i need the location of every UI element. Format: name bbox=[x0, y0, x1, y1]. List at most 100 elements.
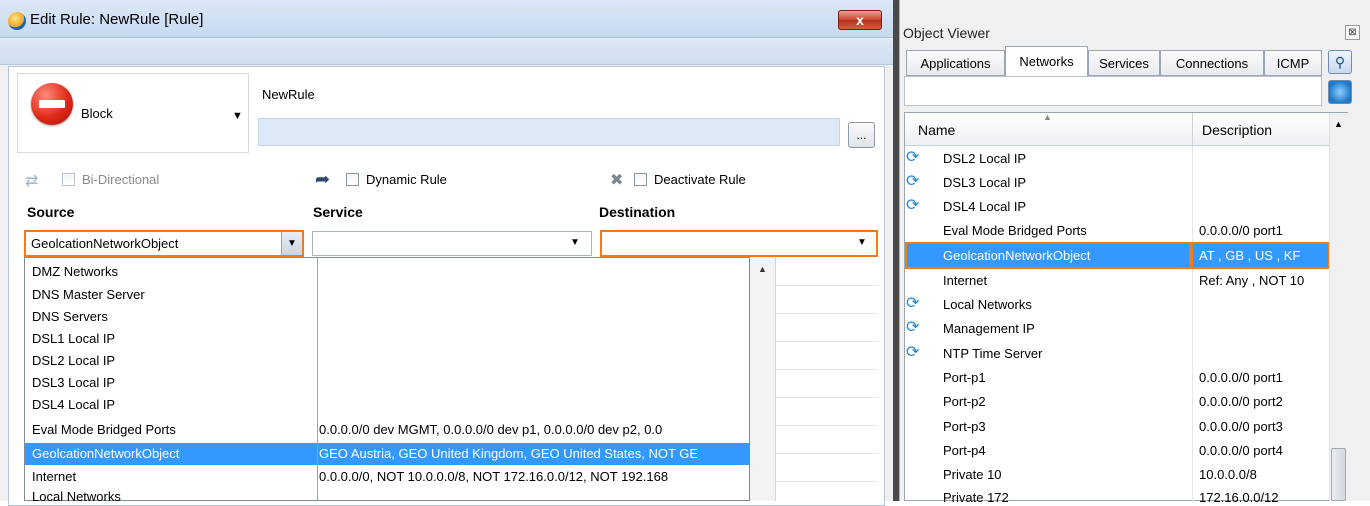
destination-combobox[interactable] bbox=[600, 230, 878, 257]
tab-services[interactable]: Services bbox=[1088, 50, 1160, 76]
grid-line bbox=[776, 425, 878, 426]
action-label: Block bbox=[81, 106, 113, 121]
grid-line bbox=[776, 313, 878, 314]
list-item-description: 0.0.0.0/0 port1 bbox=[1199, 370, 1283, 385]
bi-directional-checkbox[interactable] bbox=[62, 173, 75, 186]
grid-line bbox=[776, 453, 878, 454]
bi-directional-label: Bi-Directional bbox=[82, 172, 160, 187]
list-scrollbar[interactable] bbox=[1329, 113, 1348, 501]
window-title: Edit Rule: NewRule [Rule] bbox=[30, 11, 204, 28]
list-item[interactable]: Port-p1 bbox=[943, 370, 986, 385]
list-item[interactable]: DSL4 Local IP bbox=[943, 199, 1026, 214]
list-item-description: 0.0.0.0/0 port2 bbox=[1199, 394, 1283, 409]
app-logo-icon bbox=[8, 12, 26, 30]
scroll-up-icon[interactable]: ▲ bbox=[758, 264, 767, 274]
service-combobox[interactable] bbox=[312, 231, 592, 256]
list-item-description: 172.16.0.0/12 bbox=[1199, 490, 1279, 505]
rule-description-input[interactable] bbox=[258, 118, 840, 146]
user-search-icon[interactable]: ⚲ bbox=[1328, 50, 1352, 74]
close-icon[interactable]: ⊠ bbox=[1345, 25, 1360, 40]
list-item[interactable]: Port-p4 bbox=[943, 443, 986, 458]
more-button[interactable]: ... bbox=[848, 122, 875, 148]
grid-line bbox=[776, 397, 878, 398]
dropdown-item[interactable]: DMZ Networks bbox=[32, 264, 118, 279]
selection-outline bbox=[905, 242, 1191, 269]
dropdown-item[interactable]: Local Networks bbox=[32, 489, 121, 504]
viewer-title: Object Viewer bbox=[903, 25, 990, 41]
tab-icmp[interactable]: ICMP bbox=[1264, 50, 1322, 76]
filter-input[interactable] bbox=[904, 76, 1322, 106]
destination-heading: Destination bbox=[599, 204, 676, 220]
list-item-description: 0.0.0.0/0 port3 bbox=[1199, 419, 1283, 434]
list-item[interactable]: Port-p3 bbox=[943, 419, 986, 434]
tab-applications[interactable]: Applications bbox=[906, 50, 1005, 76]
dropdown-item[interactable]: Eval Mode Bridged Ports bbox=[32, 422, 176, 437]
list-item-description: 0.0.0.0/0 port4 bbox=[1199, 443, 1283, 458]
dynamic-network-icon: ⟳ bbox=[906, 295, 920, 312]
deactivate-x-icon: ✖ bbox=[610, 172, 624, 189]
chevron-down-icon[interactable]: ▼ bbox=[570, 237, 580, 248]
dropdown-item-selected[interactable]: GeolcationNetworkObject bbox=[32, 446, 179, 461]
dynamic-network-icon: ⟳ bbox=[906, 197, 920, 214]
deactivate-rule-checkbox[interactable] bbox=[634, 173, 647, 186]
dropdown-item[interactable]: DSL4 Local IP bbox=[32, 397, 115, 412]
dropdown-item[interactable]: DSL1 Local IP bbox=[32, 331, 115, 346]
list-item[interactable]: DSL3 Local IP bbox=[943, 175, 1026, 190]
dynamic-arrow-icon: ➦ bbox=[315, 169, 331, 189]
dropdown-item[interactable]: Internet bbox=[32, 469, 76, 484]
list-item[interactable]: Management IP bbox=[943, 321, 1035, 336]
dropdown-item[interactable]: DNS Servers bbox=[32, 309, 108, 324]
dropdown-column-divider bbox=[317, 258, 318, 501]
sort-ascending-icon: ▲ bbox=[1043, 112, 1052, 122]
dropdown-item[interactable]: DSL3 Local IP bbox=[32, 375, 115, 390]
list-item-description: Ref: Any , NOT 10 bbox=[1199, 273, 1305, 288]
scrollbar-thumb[interactable] bbox=[1331, 448, 1346, 501]
grid-line bbox=[776, 369, 878, 370]
close-button[interactable]: x bbox=[838, 10, 882, 30]
source-dropdown-button[interactable]: ▼ bbox=[281, 232, 302, 255]
dynamic-network-icon: ⟳ bbox=[906, 344, 920, 361]
dropdown-item-description: 0.0.0.0/0 dev MGMT, 0.0.0.0/0 dev p1, 0.… bbox=[319, 422, 663, 437]
grid-line bbox=[776, 341, 878, 342]
list-item[interactable]: Private 10 bbox=[943, 467, 1002, 482]
scroll-up-icon[interactable]: ▲ bbox=[1334, 119, 1343, 129]
tab-networks[interactable]: Networks bbox=[1005, 46, 1088, 77]
dropdown-item[interactable]: DSL2 Local IP bbox=[32, 353, 115, 368]
list-item[interactable]: NTP Time Server bbox=[943, 346, 1042, 361]
list-item[interactable]: Local Networks bbox=[943, 297, 1032, 312]
column-header-description[interactable]: Description bbox=[1202, 122, 1272, 138]
bidirectional-arrows-icon: ⇄ bbox=[25, 173, 39, 190]
column-header-name[interactable]: Name bbox=[918, 122, 955, 138]
dropdown-scrollbar[interactable] bbox=[750, 257, 776, 501]
list-item-description: 0.0.0.0/0 port1 bbox=[1199, 223, 1283, 238]
block-icon bbox=[31, 83, 73, 125]
list-item[interactable]: Port-p2 bbox=[943, 394, 986, 409]
source-heading: Source bbox=[27, 204, 75, 220]
dynamic-network-icon: ⟳ bbox=[906, 149, 920, 166]
chevron-down-icon[interactable]: ▼ bbox=[232, 110, 243, 122]
column-separator[interactable] bbox=[1192, 113, 1193, 146]
list-item[interactable]: DSL2 Local IP bbox=[943, 151, 1026, 166]
dynamic-network-icon: ⟳ bbox=[906, 173, 920, 190]
rule-grid bbox=[776, 257, 878, 501]
selection-outline bbox=[1191, 242, 1330, 269]
list-item[interactable]: Private 172 bbox=[943, 490, 1009, 505]
dropdown-item-description: 0.0.0.0/0, NOT 10.0.0.0/8, NOT 172.16.0.… bbox=[319, 469, 669, 484]
deactivate-rule-label: Deactivate Rule bbox=[654, 172, 746, 187]
grid-line bbox=[776, 481, 878, 482]
source-value: GeolcationNetworkObject bbox=[31, 236, 179, 251]
service-heading: Service bbox=[313, 204, 363, 220]
dropdown-item[interactable]: DNS Master Server bbox=[32, 287, 145, 302]
list-item[interactable]: Eval Mode Bridged Ports bbox=[943, 223, 1087, 238]
toolbar-strip bbox=[0, 39, 893, 65]
list-item[interactable]: Internet bbox=[943, 273, 987, 288]
dynamic-rule-label: Dynamic Rule bbox=[366, 172, 447, 187]
rule-name[interactable]: NewRule bbox=[262, 87, 315, 102]
column-gridline bbox=[1192, 146, 1193, 501]
network-globe-icon[interactable] bbox=[1328, 80, 1352, 104]
dynamic-rule-checkbox[interactable] bbox=[346, 173, 359, 186]
tab-connections[interactable]: Connections bbox=[1160, 50, 1264, 76]
grid-line bbox=[776, 285, 878, 286]
dynamic-network-icon: ⟳ bbox=[906, 319, 920, 336]
chevron-down-icon[interactable]: ▼ bbox=[857, 237, 867, 248]
